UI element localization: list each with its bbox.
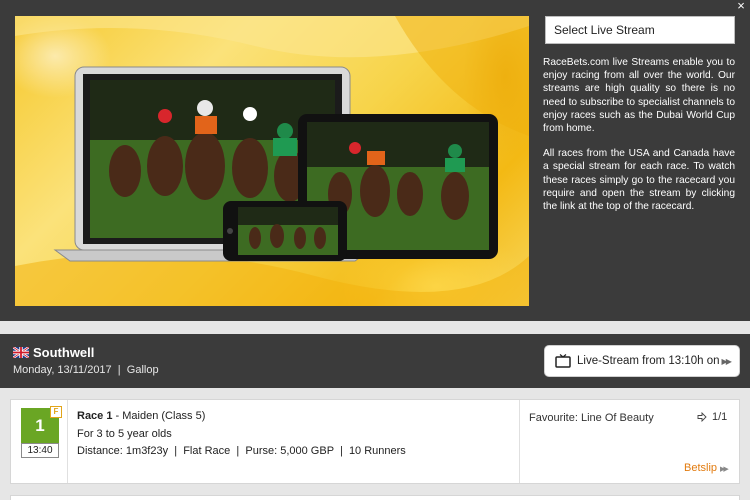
live-stream-description: RaceBets.com live Streams enable you to … — [543, 56, 735, 213]
venue-name[interactable]: Southwell — [33, 345, 94, 360]
devices-illustration — [15, 16, 529, 306]
live-stream-button[interactable]: Live-Stream from 13:10h on ▶▶ — [544, 345, 740, 377]
live-stream-label: Live-Stream from 13:10h on — [577, 355, 720, 367]
next-race-card[interactable] — [10, 495, 740, 500]
double-chevron-right-icon: ▶▶ — [720, 466, 729, 473]
description-paragraph: All races from the USA and Canada have a… — [543, 148, 735, 213]
race-distance: Distance: 1m3f23y — [77, 445, 169, 457]
race-details: Distance: 1m3f23y | Flat Race | Purse: 5… — [77, 445, 406, 457]
tv-icon — [555, 354, 571, 368]
race-runners: 10 Runners — [348, 445, 406, 457]
live-stream-modal: × Select Live Stream RaceBets.com live S… — [0, 0, 750, 321]
uk-flag-icon — [13, 347, 29, 358]
meta-separator: | — [117, 364, 121, 376]
double-chevron-right-icon: ▶▶ — [721, 356, 732, 366]
race-purse: Purse: 5,000 GBP — [245, 445, 334, 457]
betslip-link[interactable]: Betslip — [684, 462, 717, 474]
race-kind: Flat Race — [183, 445, 231, 457]
race-time: 13:40 — [21, 443, 59, 458]
divider — [519, 400, 520, 483]
meeting-meta: Monday, 13/11/2017 | Gallop — [13, 364, 159, 376]
live-stream-select[interactable]: Select Live Stream — [545, 16, 735, 44]
race-title[interactable]: Race 1 - Maiden (Class 5) — [77, 410, 205, 422]
close-icon[interactable]: × — [735, 0, 747, 12]
race-class: - Maiden (Class 5) — [112, 410, 206, 422]
race-badge: F — [50, 406, 62, 418]
meeting-date: Monday, 13/11/2017 — [13, 364, 112, 376]
promo-image — [15, 16, 529, 306]
divider — [67, 400, 68, 483]
description-paragraph: RaceBets.com live Streams enable you to … — [543, 57, 735, 135]
arrow-right-icon — [697, 412, 707, 422]
race-name: Race 1 — [77, 410, 113, 422]
race-ages: For 3 to 5 year olds — [77, 428, 172, 440]
favourite-label: Favourite: Line Of Beauty — [529, 412, 654, 424]
favourite-odds[interactable]: 1/1 — [712, 411, 727, 423]
race-type: Gallop — [126, 364, 159, 376]
